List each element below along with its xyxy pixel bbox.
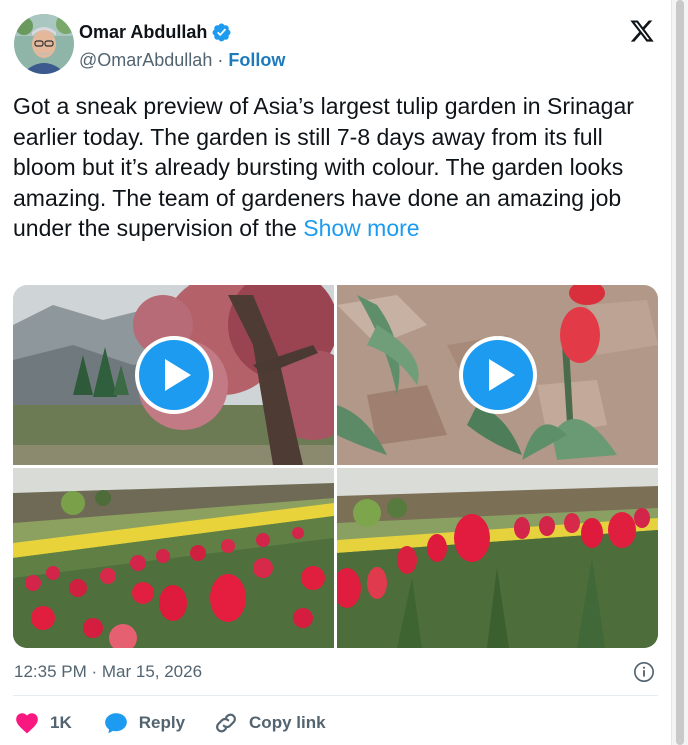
video-thumbnail-1[interactable] bbox=[13, 285, 334, 465]
like-count: 1K bbox=[50, 713, 72, 732]
show-more-link[interactable]: Show more bbox=[303, 215, 419, 241]
handle-separator: · bbox=[217, 50, 224, 70]
info-icon[interactable] bbox=[633, 661, 655, 683]
avatar[interactable] bbox=[14, 14, 74, 74]
play-icon[interactable] bbox=[133, 334, 215, 416]
tweet-text: Got a sneak preview of Asia’s largest tu… bbox=[13, 91, 663, 244]
reply-bubble-icon bbox=[104, 713, 127, 734]
scrollbar-thumb[interactable] bbox=[676, 0, 684, 745]
tulip-rows-image[interactable] bbox=[13, 468, 334, 648]
reply-button[interactable]: Reply bbox=[103, 710, 185, 736]
x-logo-icon[interactable] bbox=[628, 18, 656, 44]
tweet-timestamp[interactable]: 12:35 PM · Mar 15, 2026 bbox=[14, 662, 202, 682]
media-grid bbox=[13, 285, 658, 648]
red-tulips-image[interactable] bbox=[337, 468, 658, 648]
follow-button[interactable]: Follow bbox=[228, 50, 285, 70]
video-thumbnail-2[interactable] bbox=[337, 285, 658, 465]
link-icon bbox=[216, 713, 236, 733]
play-icon[interactable] bbox=[457, 334, 539, 416]
like-button[interactable]: 1K bbox=[14, 710, 72, 736]
action-bar: 1K Reply Copy link bbox=[14, 708, 326, 738]
divider bbox=[13, 695, 658, 696]
scrollbar[interactable] bbox=[671, 0, 688, 745]
user-handle[interactable]: @OmarAbdullah bbox=[79, 50, 212, 70]
verified-badge-icon bbox=[212, 23, 231, 42]
heart-icon bbox=[16, 713, 38, 734]
copy-link-label: Copy link bbox=[249, 713, 326, 732]
tweet-card: Omar Abdullah @OmarAbdullah · Follow Got… bbox=[0, 0, 672, 745]
copy-link-button[interactable]: Copy link bbox=[213, 710, 326, 736]
display-name[interactable]: Omar Abdullah bbox=[79, 22, 207, 43]
reply-label: Reply bbox=[138, 713, 186, 732]
